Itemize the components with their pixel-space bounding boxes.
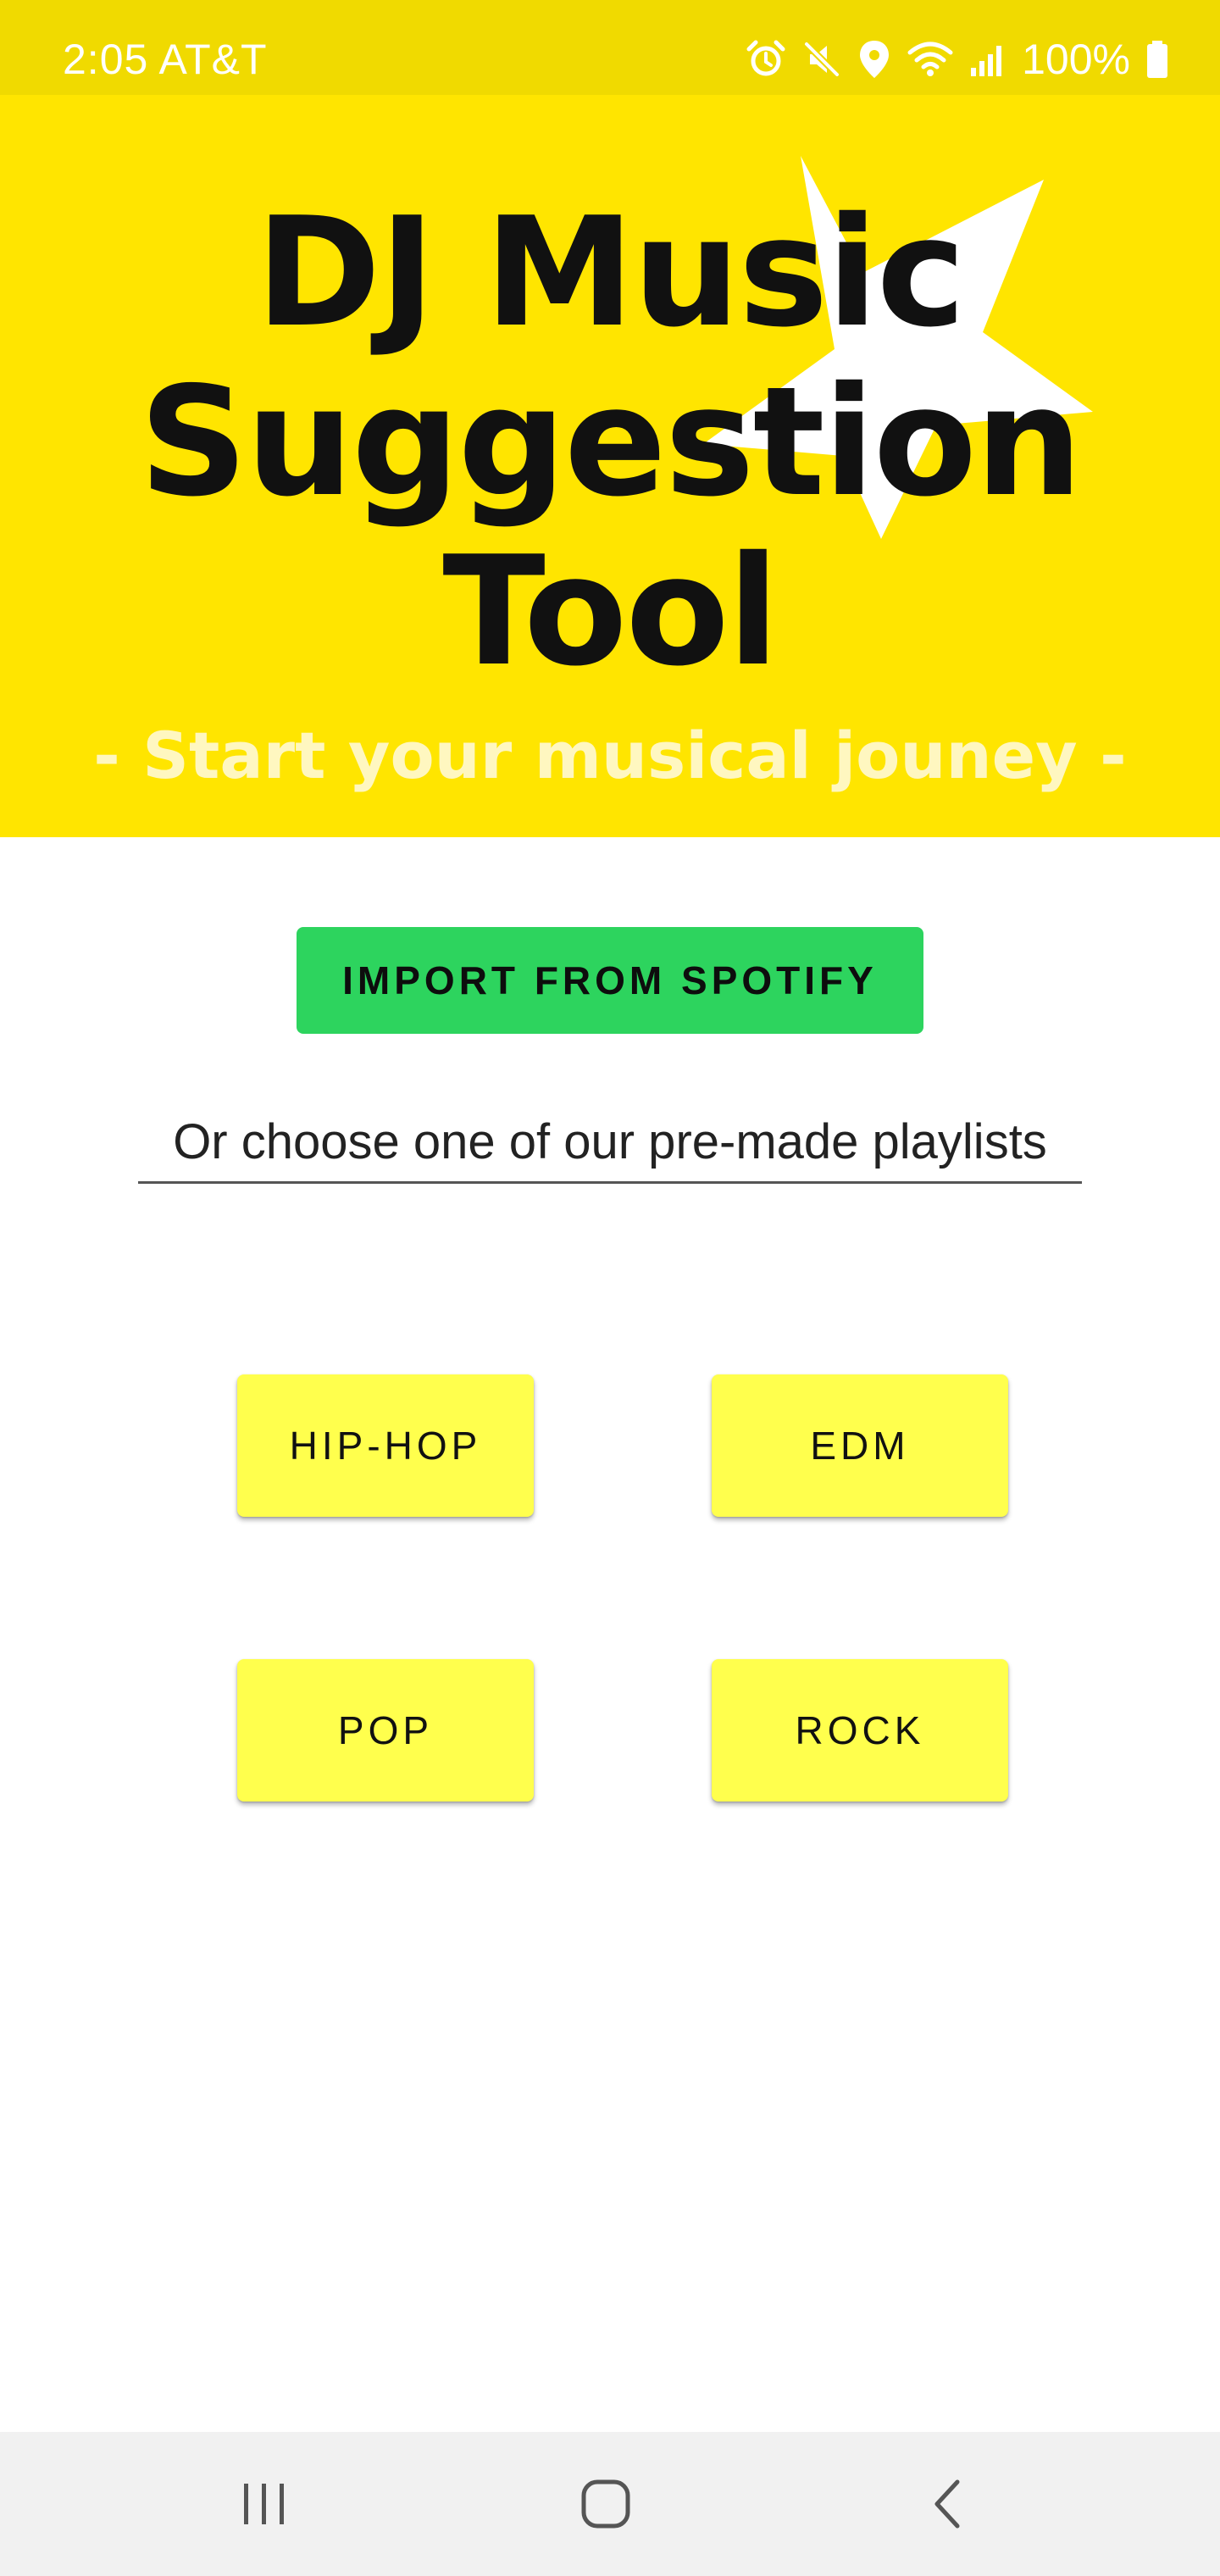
battery-icon bbox=[1145, 39, 1169, 80]
signal-icon bbox=[969, 39, 1006, 80]
import-from-spotify-button[interactable]: IMPORT FROM SPOTIFY bbox=[297, 927, 923, 1034]
app-title-line: Suggestion bbox=[139, 354, 1083, 530]
mute-icon bbox=[801, 39, 842, 80]
app-banner: DJ Music Suggestion Tool - Start your mu… bbox=[0, 95, 1220, 837]
app-title: DJ Music Suggestion Tool bbox=[0, 188, 1220, 697]
location-icon bbox=[857, 39, 891, 80]
premade-playlists-heading: Or choose one of our pre-made playlists bbox=[138, 1110, 1082, 1184]
playlist-button-pop[interactable]: POP bbox=[237, 1659, 534, 1802]
status-bar: 2:05 AT&T 100% bbox=[0, 0, 1220, 95]
recent-apps-button[interactable] bbox=[214, 2466, 315, 2542]
back-button[interactable] bbox=[896, 2466, 998, 2542]
back-icon bbox=[934, 2479, 960, 2529]
system-nav-bar bbox=[0, 2432, 1220, 2576]
home-button[interactable] bbox=[555, 2466, 657, 2542]
playlist-button-rock[interactable]: ROCK bbox=[712, 1659, 1008, 1802]
wifi-icon bbox=[907, 39, 954, 80]
recent-apps-icon bbox=[244, 2484, 284, 2524]
playlist-button-edm[interactable]: EDM bbox=[712, 1374, 1008, 1517]
home-icon bbox=[581, 2479, 630, 2529]
playlist-button-hip-hop[interactable]: HIP-HOP bbox=[237, 1374, 534, 1517]
status-time-carrier: 2:05 AT&T bbox=[63, 36, 268, 83]
status-icons: 100% bbox=[746, 32, 1169, 86]
app-tagline: - Start your musical jouney - bbox=[93, 718, 1127, 793]
alarm-icon bbox=[746, 39, 786, 80]
app-title-line: Tool bbox=[442, 524, 779, 699]
battery-percent: 100% bbox=[1022, 36, 1130, 83]
app-title-line: DJ Music bbox=[255, 185, 966, 360]
